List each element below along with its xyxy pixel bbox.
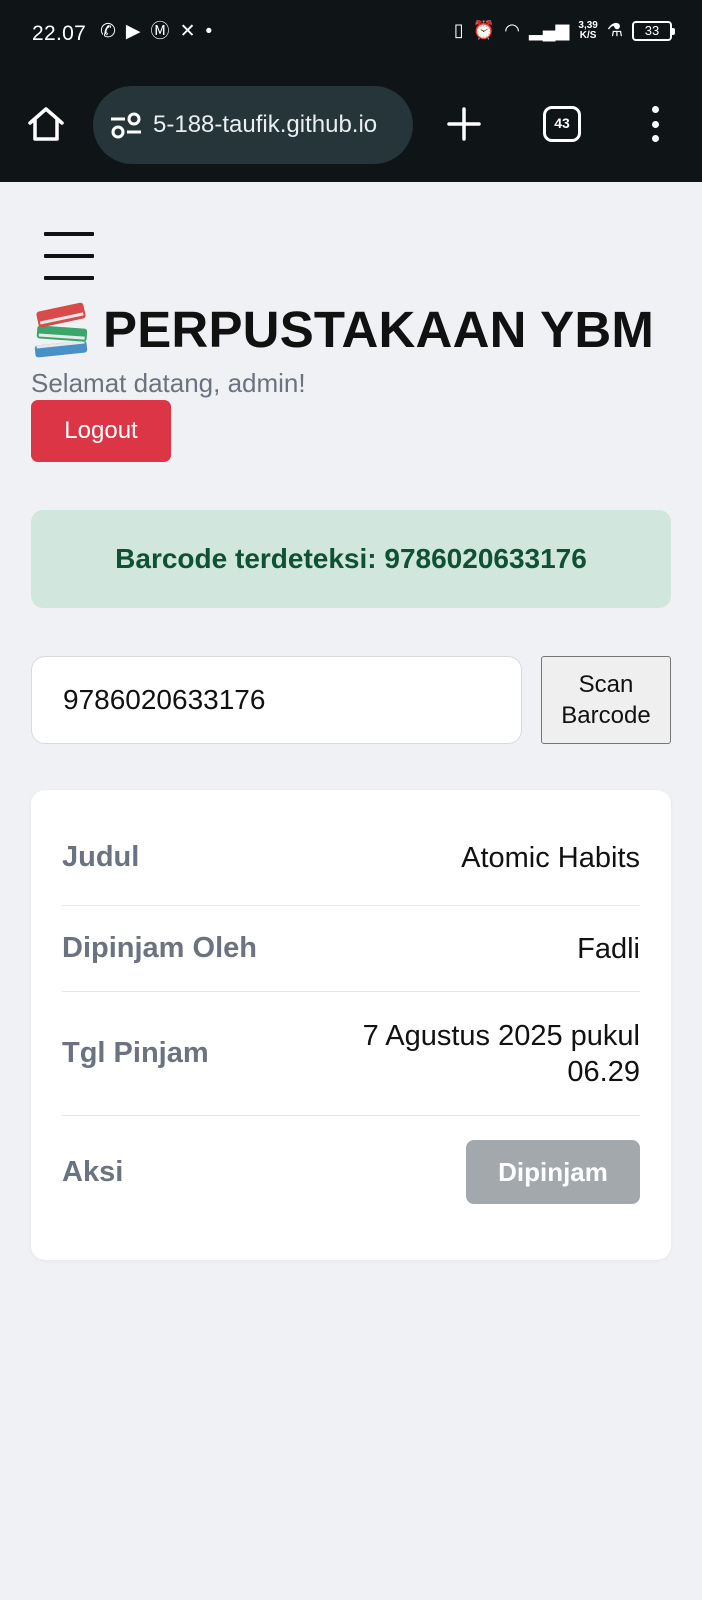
tab-switcher-button[interactable]: 43 (543, 106, 581, 142)
url-text: 5-188-taufik.github.io (153, 111, 378, 138)
detail-row-aksi: Aksi Dipinjam (62, 1116, 640, 1228)
row-label: Aksi (62, 1155, 124, 1188)
dot-icon: • (205, 21, 213, 42)
page-title: PERPUSTAKAAN YBM (103, 301, 655, 358)
app-icon: Ⓜ (150, 21, 170, 42)
hamburger-menu-icon[interactable] (44, 232, 94, 280)
row-value: Fadli (577, 932, 640, 965)
detail-row-judul: Judul Atomic Habits (62, 790, 640, 906)
capcut-icon: ✕ (179, 21, 196, 42)
network-speed: 3,39 K/S (578, 19, 598, 41)
flask-icon: ⚗ (606, 20, 623, 40)
row-label: Tgl Pinjam (62, 1037, 209, 1069)
alarm-icon: ⏰ (472, 20, 496, 40)
browser-chrome: 22.07 ✆ ▶ Ⓜ ✕ • ▯ ⏰ ◠ ▂▄▆ 3,39 K/S ⚗ 33 … (0, 0, 702, 182)
detail-row-dipinjam-oleh: Dipinjam Oleh Fadli (62, 906, 640, 992)
system-icons: ▯ ⏰ ◠ ▂▄▆ 3,39 K/S ⚗ 33 (453, 19, 675, 41)
address-bar[interactable]: 5-188-taufik.github.io (93, 86, 413, 164)
more-menu-icon[interactable] (647, 106, 663, 142)
row-value: Atomic Habits (461, 841, 640, 874)
signal-icon: ▂▄▆ (528, 20, 570, 40)
barcode-input[interactable] (31, 656, 522, 744)
row-label: Dipinjam Oleh (62, 932, 257, 964)
book-detail-card: Judul Atomic Habits Dipinjam Oleh Fadli … (31, 790, 671, 1260)
youtube-icon: ▶ (125, 21, 141, 42)
battery-icon: 33 (632, 20, 675, 41)
row-label: Judul (62, 841, 140, 873)
status-time: 22.07 (32, 22, 87, 45)
vibrate-icon: ▯ (453, 20, 464, 40)
home-icon[interactable] (26, 104, 66, 144)
site-settings-icon[interactable] (109, 111, 143, 139)
page-header: PERPUSTAKAAN YBM (31, 300, 654, 359)
books-icon (34, 302, 88, 357)
barcode-detected-alert: Barcode terdeteksi: 9786020633176 (31, 510, 671, 608)
new-tab-icon[interactable] (446, 106, 482, 142)
welcome-text: Selamat datang, admin! (31, 368, 306, 398)
detail-row-tgl-pinjam: Tgl Pinjam 7 Agustus 2025 pukul 06.29 (62, 992, 640, 1116)
scan-barcode-button[interactable]: Scan Barcode (541, 656, 671, 744)
notification-icons: ✆ ▶ Ⓜ ✕ • (100, 22, 212, 41)
whatsapp-icon: ✆ (100, 21, 116, 42)
wifi-icon: ◠ (504, 20, 520, 40)
borrowed-status-button[interactable]: Dipinjam (466, 1140, 640, 1204)
logout-button[interactable]: Logout (31, 400, 171, 462)
row-value: 7 Agustus 2025 pukul 06.29 (362, 1019, 640, 1088)
